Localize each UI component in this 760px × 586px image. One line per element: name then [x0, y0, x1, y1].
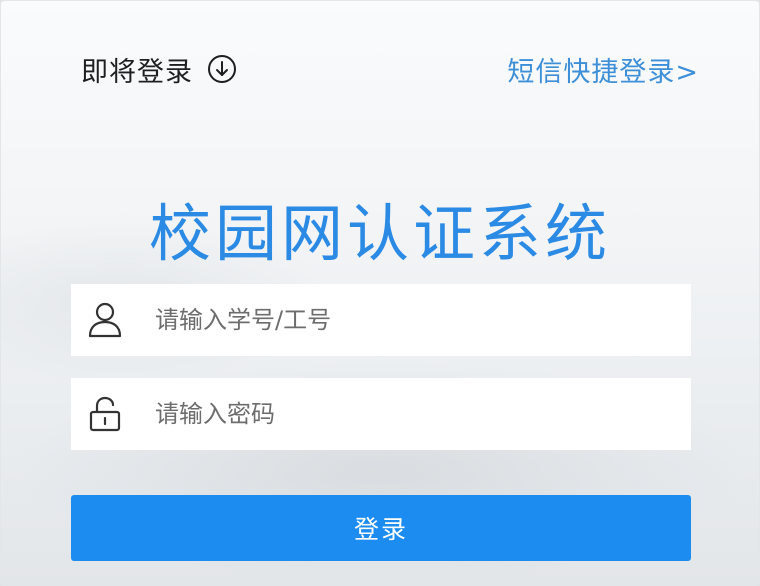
- login-header: 即将登录 短信快捷登录>: [81, 47, 699, 91]
- login-mode-selector[interactable]: 即将登录: [81, 50, 237, 89]
- username-field[interactable]: [71, 284, 691, 356]
- arrow-down-circle-icon[interactable]: [207, 54, 237, 84]
- page-title: 校园网认证系统: [148, 196, 611, 270]
- username-input[interactable]: [153, 289, 677, 351]
- user-icon: [85, 300, 125, 340]
- login-mode-label: 即将登录: [81, 56, 193, 88]
- lock-icon: [85, 394, 125, 434]
- login-button[interactable]: 登录: [71, 495, 691, 561]
- login-panel: 即将登录 短信快捷登录> 校园网认证系统 请输入学号/工号 登录: [0, 0, 760, 586]
- sms-login-link[interactable]: 短信快捷登录>: [507, 50, 699, 89]
- password-field[interactable]: [71, 378, 691, 450]
- password-input[interactable]: [153, 383, 677, 445]
